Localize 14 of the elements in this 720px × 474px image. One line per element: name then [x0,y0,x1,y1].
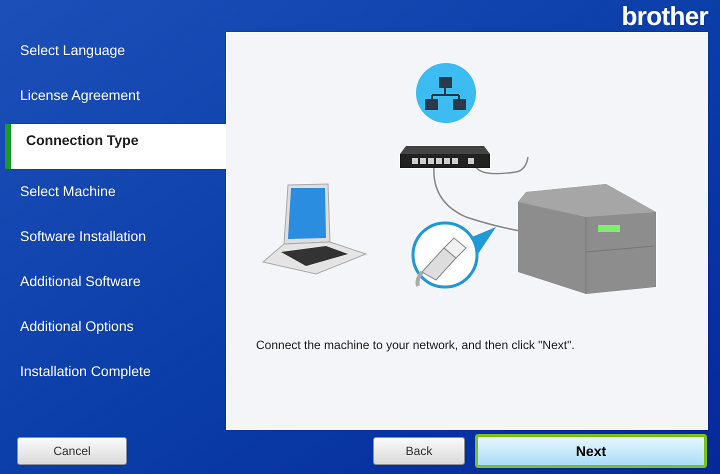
step-item: Select Language [19,41,126,60]
step-item: Connection Type [5,124,226,169]
step-item: Select Machine [19,182,117,201]
brand-logo: brother [622,2,708,30]
step-item: License Agreement [19,86,141,105]
step-item: Installation Complete [19,362,152,381]
step-item: Additional Software [19,272,142,291]
step-item: Additional Options [19,317,135,336]
next-button[interactable]: Next [475,434,707,468]
network-icon [416,63,476,123]
step-item: Software Installation [19,227,148,246]
cancel-button[interactable]: Cancel [17,437,127,465]
instruction-text: Connect the machine to your network, and then click "Next". [256,337,576,354]
back-button[interactable]: Back [373,437,465,465]
